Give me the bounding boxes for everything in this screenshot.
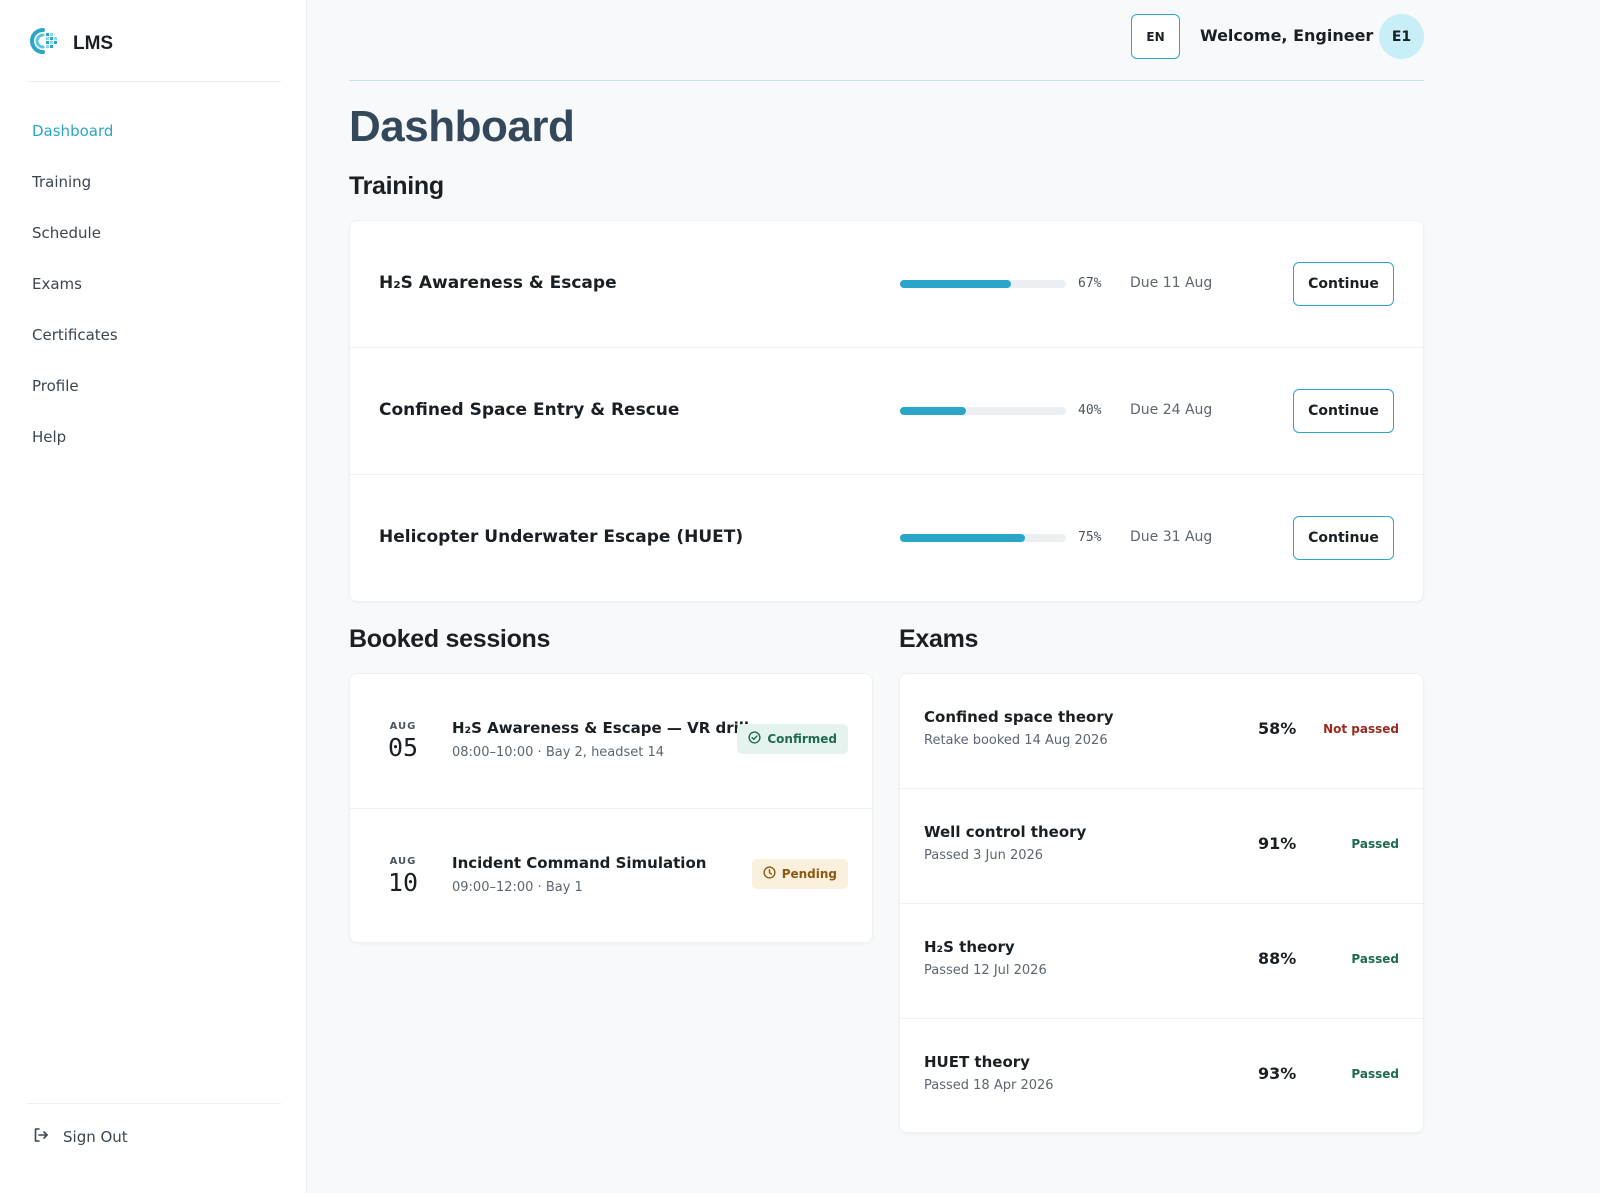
status-badge: Pending: [751, 859, 848, 889]
progress-bar: [900, 280, 1066, 288]
sidebar-item-exams[interactable]: Exams: [32, 272, 118, 323]
session-row[interactable]: AUG 10 Incident Command Simulation 09:00…: [350, 809, 872, 944]
course-name: H₂S Awareness & Escape: [379, 273, 617, 293]
exam-details: Passed 18 Apr 2026: [924, 1078, 1054, 1093]
exam-title: Confined space theory: [924, 708, 1114, 726]
sidebar-item-profile[interactable]: Profile: [32, 374, 118, 425]
exam-score: 88%: [1258, 949, 1297, 968]
exam-title: H₂S theory: [924, 938, 1015, 956]
session-details: 09:00–12:00 · Bay 1: [452, 880, 583, 895]
exam-title: HUET theory: [924, 1053, 1030, 1071]
due-date: Due 11 Aug: [1130, 275, 1213, 291]
sign-out-icon: [33, 1127, 49, 1147]
training-card: H₂S Awareness & Escape 67% Due 11 Aug Co…: [349, 220, 1424, 602]
language-button[interactable]: EN: [1131, 14, 1180, 59]
continue-button[interactable]: Continue: [1293, 262, 1394, 306]
sidebar-nav: Dashboard Training Schedule Exams Certif…: [32, 119, 118, 476]
session-title: Incident Command Simulation: [452, 854, 707, 872]
exam-status: Not passed: [1323, 722, 1399, 736]
continue-button[interactable]: Continue: [1293, 389, 1394, 433]
progress-fill: [900, 407, 967, 415]
exam-status: Passed: [1351, 952, 1399, 966]
exam-status: Passed: [1351, 1067, 1399, 1081]
sidebar: LMS Dashboard Training Schedule Exams Ce…: [0, 0, 307, 1193]
training-row: Helicopter Underwater Escape (HUET) 75% …: [350, 475, 1423, 602]
progress-bar: [900, 407, 1066, 415]
sidebar-item-training[interactable]: Training: [32, 170, 118, 221]
status-label: Confirmed: [767, 732, 837, 746]
session-day: 05: [387, 733, 419, 762]
session-details: 08:00–10:00 · Bay 2, headset 14: [452, 745, 665, 760]
training-row: Confined Space Entry & Rescue 40% Due 24…: [350, 348, 1423, 475]
progress-label: 40%: [1078, 403, 1102, 418]
exam-details: Passed 12 Jul 2026: [924, 963, 1047, 978]
progress-fill: [900, 534, 1025, 542]
training-row: H₂S Awareness & Escape 67% Due 11 Aug Co…: [350, 221, 1423, 348]
exam-row[interactable]: HUET theory Passed 18 Apr 2026 93% Passe…: [900, 1019, 1423, 1134]
exam-details: Passed 3 Jun 2026: [924, 848, 1044, 863]
sessions-section-title: Booked sessions: [349, 625, 551, 653]
exam-status: Passed: [1351, 837, 1399, 851]
sidebar-item-certificates[interactable]: Certificates: [32, 323, 118, 374]
exam-title: Well control theory: [924, 823, 1087, 841]
logo-icon: [27, 27, 63, 60]
progress-bar: [900, 534, 1066, 542]
exam-row[interactable]: Well control theory Passed 3 Jun 2026 91…: [900, 789, 1423, 904]
sessions-card: AUG 05 H₂S Awareness & Escape — VR drill…: [349, 673, 873, 943]
progress-label: 67%: [1078, 276, 1102, 291]
progress-label: 75%: [1078, 530, 1102, 545]
page-title: Dashboard: [349, 102, 575, 151]
course-name: Helicopter Underwater Escape (HUET): [379, 527, 744, 547]
training-section-title: Training: [349, 172, 444, 200]
sign-out-button[interactable]: Sign Out: [33, 1127, 128, 1147]
sidebar-item-help[interactable]: Help: [32, 425, 118, 476]
brand[interactable]: LMS: [27, 27, 113, 60]
exams-card: Confined space theory Retake booked 14 A…: [899, 673, 1424, 1133]
avatar[interactable]: E1: [1379, 14, 1424, 59]
progress-fill: [900, 280, 1012, 288]
welcome-text: Welcome, Engineer 1: [1200, 26, 1391, 45]
session-month: AUG: [389, 721, 417, 732]
due-date: Due 24 Aug: [1130, 402, 1213, 418]
app-name: LMS: [73, 32, 114, 54]
exam-score: 91%: [1258, 834, 1297, 853]
status-label: Pending: [781, 867, 837, 881]
exam-details: Retake booked 14 Aug 2026: [924, 733, 1108, 748]
session-month: AUG: [389, 856, 417, 867]
sign-out-label: Sign Out: [63, 1128, 128, 1146]
exam-row[interactable]: Confined space theory Retake booked 14 A…: [900, 674, 1423, 789]
exams-section-title: Exams: [899, 625, 979, 653]
due-date: Due 31 Aug: [1130, 529, 1213, 545]
sidebar-item-dashboard[interactable]: Dashboard: [32, 119, 118, 170]
sidebar-divider: [27, 1103, 281, 1104]
session-row[interactable]: AUG 05 H₂S Awareness & Escape — VR drill…: [350, 674, 872, 809]
status-badge: Confirmed: [737, 724, 848, 754]
check-circle-icon: [748, 731, 761, 747]
exam-row[interactable]: H₂S theory Passed 12 Jul 2026 88% Passed: [900, 904, 1423, 1019]
exam-score: 58%: [1258, 719, 1297, 738]
session-day: 10: [387, 868, 419, 897]
sidebar-item-schedule[interactable]: Schedule: [32, 221, 118, 272]
clock-icon: [763, 866, 776, 882]
sidebar-divider: [27, 81, 281, 82]
session-title: H₂S Awareness & Escape — VR drill: [452, 719, 750, 737]
continue-button[interactable]: Continue: [1293, 516, 1394, 560]
header-divider: [349, 80, 1424, 81]
exam-score: 93%: [1258, 1064, 1297, 1083]
course-name: Confined Space Entry & Rescue: [379, 400, 680, 420]
